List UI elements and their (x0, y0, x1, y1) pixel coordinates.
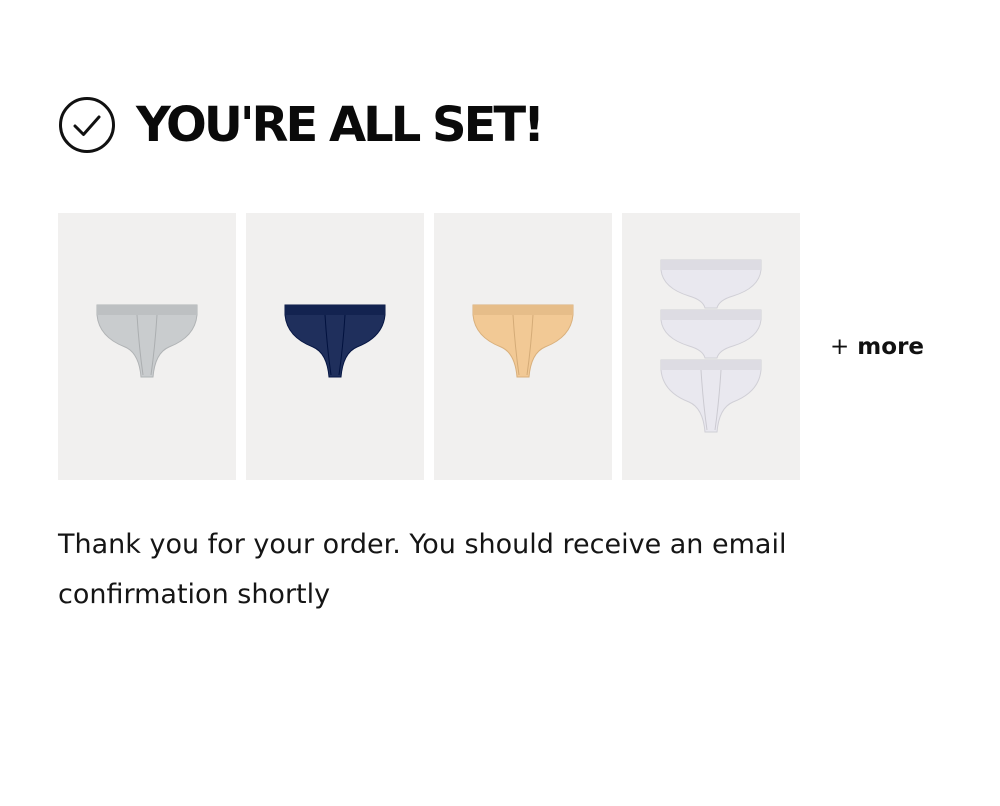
product-thumbnail-peach[interactable] (434, 213, 612, 480)
ordered-products: + more (58, 213, 924, 480)
product-thumbnail-white-3-pack[interactable] (622, 213, 800, 480)
brief-image (284, 304, 386, 377)
brief-stack-image (660, 259, 762, 432)
brief-image (96, 304, 198, 377)
check-circle-icon (59, 97, 115, 153)
more-label: more (857, 333, 925, 360)
product-thumbnail-navy[interactable] (246, 213, 424, 480)
confirmation-header: YOU'RE ALL SET! (58, 95, 545, 155)
page-title: YOU'RE ALL SET! (136, 97, 545, 153)
product-thumbnail-grey[interactable] (58, 213, 236, 480)
plus-icon: + (830, 333, 850, 360)
brief-image (472, 304, 574, 377)
more-products-link[interactable]: + more (830, 334, 924, 360)
confirmation-message: Thank you for your order. You should rec… (58, 529, 787, 610)
